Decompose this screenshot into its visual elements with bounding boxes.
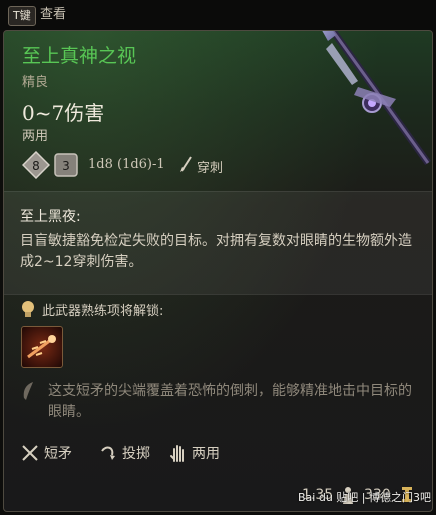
passive-description: 目盲敏捷豁免检定失败的目标。对拥有复数对眼睛的生物额外造成2~12穿刺伤害。 xyxy=(20,233,412,270)
passive-name: 至上黑夜: xyxy=(20,209,81,225)
watermark: Bai du 贴吧 | 博德之门3吧 xyxy=(298,491,431,504)
item-name: 至上真神之视 xyxy=(22,45,137,67)
throw-icon xyxy=(101,446,115,460)
item-tooltip: 至上真神之视 精良 0~7伤害 两用 8 3 1d8 (1d6)-1 穿刺 至上… xyxy=(3,30,433,512)
passive-section: 至上黑夜: 目盲敏捷豁免检定失败的目标。对拥有复数对眼睛的生物额外造成2~12穿… xyxy=(4,191,432,295)
hotkey-badge[interactable]: T键 xyxy=(8,6,36,26)
hotkey-action-label[interactable]: 查看 xyxy=(40,6,66,24)
property-label: 短矛 xyxy=(44,446,72,462)
proficiency-label: 此武器熟练项将解锁: xyxy=(42,304,164,319)
damage-formula: 1d8 (1d6)-1 xyxy=(88,157,165,172)
barbed-spear-icon xyxy=(27,335,56,359)
item-rarity: 精良 xyxy=(22,75,49,90)
damage-type: 穿刺 xyxy=(197,161,224,176)
property-label: 两用 xyxy=(192,446,220,462)
damage-range: 0~7伤害 xyxy=(22,101,105,125)
top-bar: T键 查看 xyxy=(0,0,436,30)
piercing-icon xyxy=(180,156,192,172)
handedness-label: 两用 xyxy=(22,129,49,144)
weapon-properties: 短矛 投掷 两用 xyxy=(20,441,420,465)
d6-die-icon: 3 xyxy=(54,153,78,177)
d8-die-face: 8 xyxy=(32,159,40,173)
hand-icon xyxy=(170,445,184,462)
d8-die-icon: 8 xyxy=(22,151,50,179)
weapon-action-skill-icon[interactable] xyxy=(21,326,63,368)
quill-icon xyxy=(23,382,33,400)
flavor-text: 这支短矛的尖端覆盖着恐怖的倒刺，能够精准地击中目标的眼睛。 xyxy=(48,383,412,420)
property-label: 投掷 xyxy=(122,446,150,462)
spear-icon xyxy=(22,445,38,461)
d6-die-face: 3 xyxy=(62,159,70,173)
damage-dice-row: 8 3 1d8 (1d6)-1 穿刺 xyxy=(22,151,282,181)
lightbulb-icon xyxy=(22,301,34,317)
spear-weapon-icon xyxy=(322,31,431,166)
